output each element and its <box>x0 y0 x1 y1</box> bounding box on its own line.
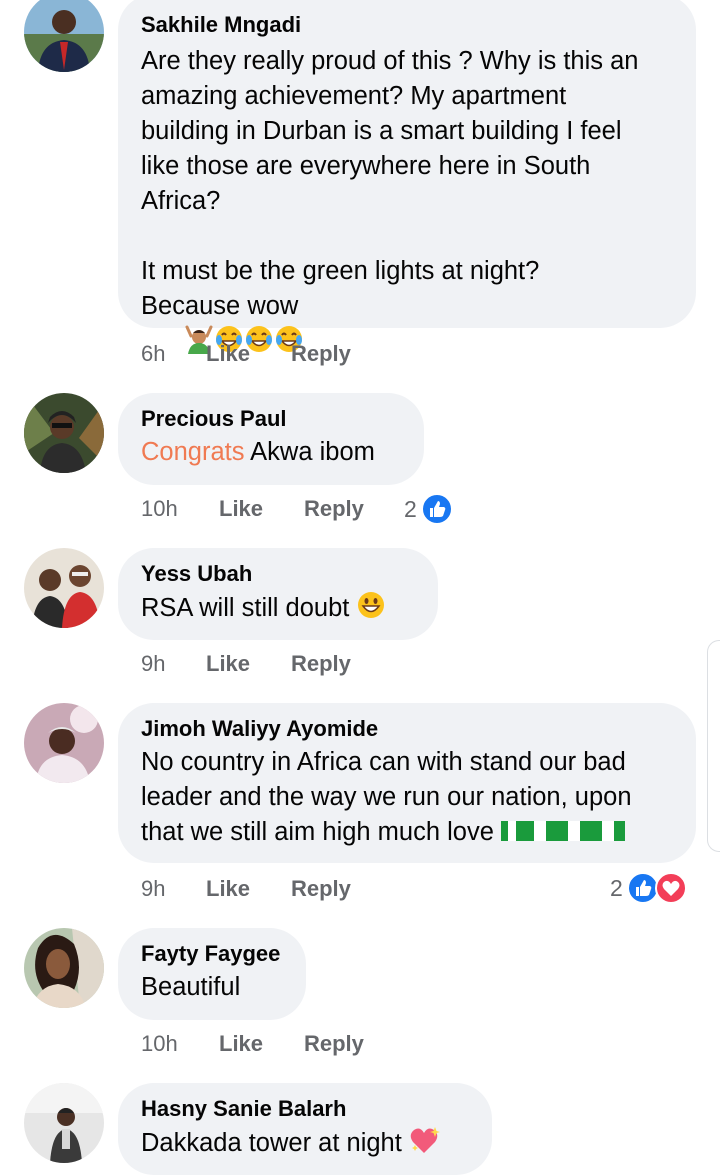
love-reaction-icon <box>654 872 687 904</box>
avatar[interactable] <box>24 393 104 473</box>
comment-bubble: Sakhile Mngadi Are they really proud of … <box>118 0 696 354</box>
comment-time[interactable]: 10h <box>141 1029 178 1059</box>
avatar[interactable] <box>24 548 104 628</box>
comment-bubble: Jimoh Waliyy Ayomide No country in Afric… <box>118 703 696 863</box>
avatar[interactable] <box>24 928 104 1008</box>
like-reaction-icon <box>420 493 453 525</box>
tag-link[interactable]: Congrats <box>141 438 244 466</box>
sparkling-heart-emoji <box>410 1127 440 1153</box>
comment-bubble: Precious Paul Congrats Akwa ibom <box>118 393 424 485</box>
comment-bubble: Hasny Sanie Balarh Dakkada tower at nigh… <box>118 1083 492 1175</box>
avatar[interactable] <box>24 0 104 72</box>
comment-bubble: Fayty Faygee Beautiful <box>118 928 306 1020</box>
comment-text: RSA will still doubt <box>141 590 416 626</box>
nigeria-flag-emoji <box>591 821 625 841</box>
nigeria-flag-emoji <box>557 821 591 841</box>
comment-text: Congrats Akwa ibom <box>141 438 375 466</box>
reaction-summary[interactable]: 2 <box>610 871 687 905</box>
reply-button[interactable]: Reply <box>291 874 351 904</box>
comment-time[interactable]: 6h <box>141 339 165 369</box>
scroll-handle[interactable] <box>707 640 720 852</box>
commenter-name[interactable]: Hasny Sanie Balarh <box>141 1095 470 1123</box>
like-button[interactable]: Like <box>219 1029 263 1059</box>
like-button[interactable]: Like <box>219 494 263 524</box>
comment-text: Dakkada tower at night <box>141 1125 470 1161</box>
nigeria-flag-emoji <box>501 821 523 841</box>
nigeria-flag-emoji <box>523 821 557 841</box>
like-button[interactable]: Like <box>206 874 250 904</box>
grinning-face-emoji <box>358 592 385 618</box>
avatar[interactable] <box>24 1083 104 1163</box>
commenter-name[interactable]: Yess Ubah <box>141 560 416 588</box>
reaction-summary[interactable]: 2 <box>404 492 453 526</box>
commenter-name[interactable]: Sakhile Mngadi <box>141 11 674 39</box>
like-button[interactable]: Like <box>206 649 250 679</box>
reply-button[interactable]: Reply <box>291 649 351 679</box>
reply-button[interactable]: Reply <box>304 1029 364 1059</box>
commenter-name[interactable]: Jimoh Waliyy Ayomide <box>141 715 674 743</box>
commenter-name[interactable]: Precious Paul <box>141 405 402 433</box>
reaction-count: 2 <box>610 874 623 901</box>
commenter-name[interactable]: Fayty Faygee <box>141 940 284 968</box>
avatar[interactable] <box>24 703 104 783</box>
emoji-group <box>501 818 625 846</box>
reply-button[interactable]: Reply <box>291 339 351 369</box>
comment-time[interactable]: 9h <box>141 874 165 904</box>
reaction-count: 2 <box>404 495 417 522</box>
comment-time[interactable]: 9h <box>141 649 165 679</box>
comment-text: Beautiful <box>141 973 241 1001</box>
reply-button[interactable]: Reply <box>304 494 364 524</box>
comment-bubble: Yess Ubah RSA will still doubt <box>118 548 438 640</box>
comment-text: No country in Africa can with stand our … <box>141 748 632 846</box>
like-button[interactable]: Like <box>206 339 250 369</box>
comment-time[interactable]: 10h <box>141 494 178 524</box>
